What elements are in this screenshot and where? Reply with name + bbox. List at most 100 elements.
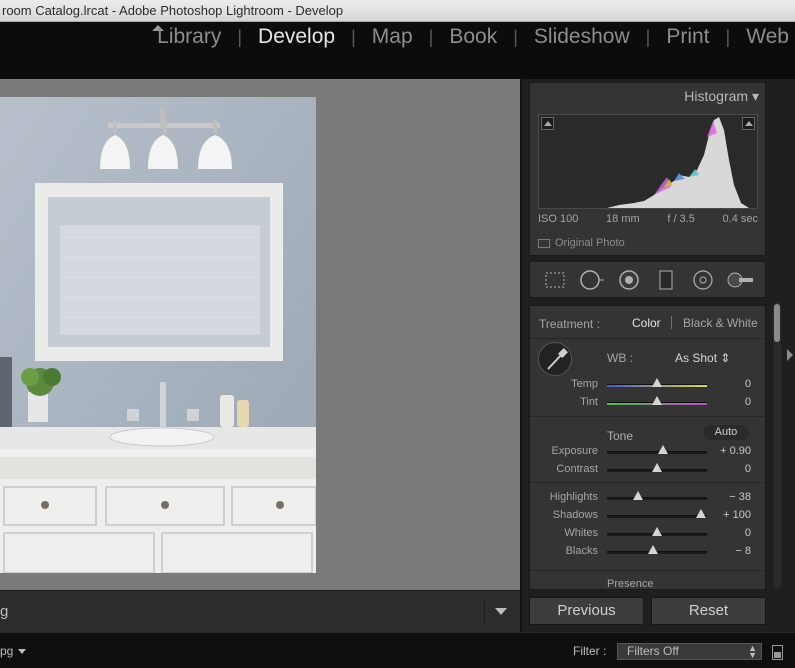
wb-label: WB : (607, 351, 633, 365)
temp-label: Temp (571, 378, 598, 390)
histogram-panel: Histogram ▾ ISO 100 18 mm f / 3.5 0.4 se… (529, 82, 766, 256)
toolbar-separator (484, 599, 485, 625)
adjustment-brush-icon[interactable] (727, 267, 754, 293)
tone-section: Tone Auto Exposure + 0.90 Contrast 0 (530, 417, 765, 483)
blacks-label: Blacks (565, 545, 598, 557)
contrast-value[interactable]: 0 (745, 463, 751, 475)
whites-slider[interactable]: Whites 0 (530, 525, 765, 543)
spot-removal-icon[interactable] (579, 267, 605, 293)
exif-focal: 18 mm (606, 213, 640, 225)
chevron-down-icon (18, 648, 27, 654)
histogram-title[interactable]: Histogram ▾ (684, 88, 759, 105)
module-develop[interactable]: Develop (242, 25, 351, 49)
shadow-clipping-toggle[interactable] (541, 117, 554, 130)
window-title: room Catalog.lrcat - Adobe Photoshop Lig… (0, 0, 795, 22)
tint-label: Tint (580, 396, 598, 408)
basic-panel: Treatment : Color Black & White WB : As … (529, 305, 766, 590)
image-viewer[interactable] (0, 79, 520, 590)
graduated-filter-icon[interactable] (653, 267, 679, 293)
filter-value: Filters Off (627, 644, 679, 658)
contrast-label: Contrast (556, 463, 598, 475)
source-label: pg (0, 644, 14, 658)
exif-aperture: f / 3.5 (667, 213, 695, 225)
original-photo-checkbox[interactable] (538, 238, 550, 248)
panel-scrollbar-thumb[interactable] (774, 304, 780, 342)
panel-bottom-buttons: Previous Reset (529, 597, 766, 625)
wb-eyedropper-icon[interactable] (538, 342, 572, 376)
contrast-slider[interactable]: Contrast 0 (530, 461, 765, 479)
treatment-separator (671, 316, 672, 329)
reset-button[interactable]: Reset (651, 597, 766, 625)
highlights-track[interactable] (607, 497, 707, 500)
contrast-thumb[interactable] (652, 463, 662, 472)
original-photo-toggle[interactable]: Original Photo (538, 237, 625, 249)
highlights-value[interactable]: − 38 (729, 491, 751, 503)
source-menu[interactable]: pg (0, 644, 27, 658)
crop-overlay-icon[interactable] (542, 267, 568, 293)
red-eye-icon[interactable] (616, 267, 642, 293)
original-photo-label: Original Photo (555, 237, 625, 249)
treatment-color-button[interactable]: Color (632, 316, 661, 330)
panel-scrollbar[interactable] (773, 302, 781, 588)
exposure-label: Exposure (551, 445, 598, 457)
exposure-slider[interactable]: Exposure + 0.90 (530, 443, 765, 461)
chevron-down-icon (642, 589, 648, 590)
white-balance-section: WB : As Shot ⇕ Temp 0 Tint 0 (530, 339, 765, 417)
filter-label: Filter : (573, 644, 607, 658)
shadows-thumb[interactable] (696, 509, 706, 518)
toolbar-label: g (0, 603, 9, 620)
module-map[interactable]: Map (356, 25, 429, 49)
updown-icon: ▲ ▼ (748, 643, 757, 660)
blacks-value[interactable]: − 8 (735, 545, 751, 557)
exposure-track[interactable] (607, 451, 707, 454)
module-slideshow[interactable]: Slideshow (518, 25, 646, 49)
shadows-label: Shadows (552, 509, 598, 521)
temp-value[interactable]: 0 (745, 378, 751, 390)
shadows-value[interactable]: + 100 (723, 509, 751, 521)
previous-button[interactable]: Previous (529, 597, 644, 625)
exposure-value[interactable]: + 0.90 (720, 445, 751, 457)
temp-thumb[interactable] (652, 378, 662, 387)
toolbar-menu-icon[interactable] (495, 608, 507, 615)
wb-dropdown[interactable]: As Shot ⇕ (675, 351, 730, 365)
filter-select[interactable]: Filters Off ▲ ▼ (617, 643, 762, 660)
blacks-slider[interactable]: Blacks − 8 (530, 543, 765, 561)
module-web[interactable]: Web (730, 25, 795, 49)
whites-label: Whites (564, 527, 598, 539)
tool-strip (529, 261, 766, 298)
photo-preview (0, 97, 316, 573)
highlights-slider[interactable]: Highlights − 38 (530, 489, 765, 507)
tone-title: Tone (607, 429, 634, 443)
treatment-label: Treatment : (539, 317, 600, 331)
highlights-section: Highlights − 38 Shadows + 100 Whites 0 B… (530, 483, 765, 571)
histogram-graph[interactable] (538, 114, 758, 209)
temp-slider[interactable]: Temp 0 (530, 376, 765, 394)
exif-iso: ISO 100 (538, 213, 579, 225)
treatment-row: Treatment : Color Black & White (530, 306, 765, 339)
treatment-bw-button[interactable]: Black & White (683, 316, 758, 330)
module-print[interactable]: Print (650, 25, 725, 49)
tint-thumb[interactable] (652, 396, 662, 405)
filmstrip-filter-bar: pg Filter : Filters Off ▲ ▼ (0, 632, 795, 668)
shadows-track[interactable] (607, 515, 707, 518)
module-book[interactable]: Book (433, 25, 513, 49)
exif-shutter: 0.4 sec (722, 213, 758, 225)
highlights-thumb[interactable] (633, 491, 643, 500)
shadows-slider[interactable]: Shadows + 100 (530, 507, 765, 525)
module-library[interactable]: Library (141, 25, 237, 49)
tint-slider[interactable]: Tint 0 (530, 394, 765, 412)
blacks-thumb[interactable] (648, 545, 658, 554)
highlight-clipping-toggle[interactable] (742, 117, 755, 130)
viewer-toolbar: g (0, 590, 520, 632)
exposure-thumb[interactable] (658, 445, 668, 454)
filter-lock-icon[interactable] (772, 645, 783, 660)
right-panel: Histogram ▾ ISO 100 18 mm f / 3.5 0.4 se… (520, 79, 795, 632)
whites-value[interactable]: 0 (745, 527, 751, 539)
tint-value[interactable]: 0 (745, 396, 751, 408)
collapse-right-panel-icon[interactable] (787, 349, 793, 361)
whites-thumb[interactable] (652, 527, 662, 536)
auto-tone-button[interactable]: Auto (703, 425, 749, 440)
radial-filter-icon[interactable] (690, 267, 716, 293)
module-picker: Library | Develop | Map | Book | Slidesh… (141, 22, 795, 52)
histogram-exif: ISO 100 18 mm f / 3.5 0.4 sec (538, 213, 758, 225)
